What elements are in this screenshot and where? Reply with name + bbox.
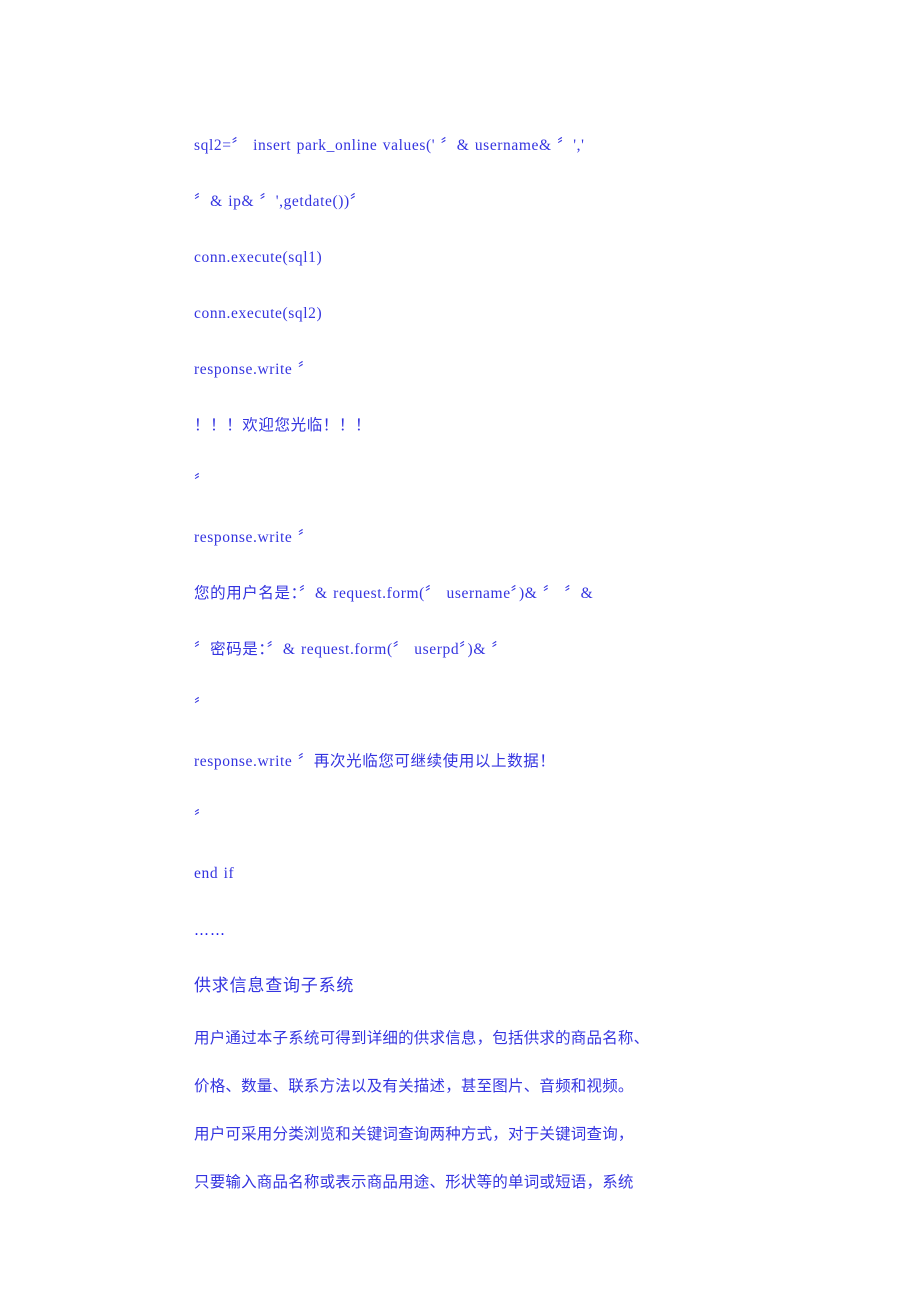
code-line-conn-execute-sql2: conn.execute(sql2) [194, 305, 323, 322]
paragraph-line: 价格、数量、联系方法以及有关描述，甚至图片、音频和视频。 [194, 1077, 634, 1095]
paragraph-line: 用户通过本子系统可得到详细的供求信息，包括供求的商品名称、 [194, 1029, 650, 1047]
code-line-response-write-open-1: response.write 〞 [194, 361, 314, 378]
document-content: sql2=〞 insert park_online values(' 〞& us… [194, 118, 734, 1206]
code-line-conn-execute-sql1: conn.execute(sql1) [194, 249, 323, 266]
code-line-end-if: end if [194, 865, 235, 882]
code-line-sql2-assign-1: sql2=〞 insert park_online values(' 〞& us… [194, 137, 585, 154]
code-line-sql2-assign-2: 〞& ip& 〞',getdate())〞 [194, 193, 366, 210]
document-page: sql2=〞 insert park_online values(' 〞& us… [0, 0, 920, 1302]
code-line-response-write-close-1: 〞 [194, 473, 210, 490]
code-line-response-write-close-2: 〞 [194, 697, 210, 714]
code-line-response-write-revisit: response.write 〞再次光临您可继续使用以上数据！ [194, 753, 556, 770]
code-line-welcome-message: ！！！欢迎您光临！！！ [194, 417, 372, 434]
code-line-username-output: 您的用户名是：〞& request.form(〞 username〞)& 〞 〞… [194, 585, 594, 602]
paragraph-line: 只要输入商品名称或表示商品用途、形状等的单词或短语，系统 [194, 1173, 634, 1191]
section-paragraph: 用户通过本子系统可得到详细的供求信息，包括供求的商品名称、 价格、数量、联系方法… [194, 1014, 734, 1206]
code-line-response-write-close-3: 〞 [194, 809, 210, 826]
code-ellipsis: …… [194, 921, 226, 939]
paragraph-line: 用户可采用分类浏览和关键词查询两种方式，对于关键词查询， [194, 1125, 634, 1143]
code-line-password-output: 〞密码是：〞& request.form(〞 userpd〞)& 〞 [194, 641, 508, 658]
section-heading: 供求信息查询子系统 [194, 976, 355, 996]
code-line-response-write-open-2: response.write 〞 [194, 529, 314, 546]
